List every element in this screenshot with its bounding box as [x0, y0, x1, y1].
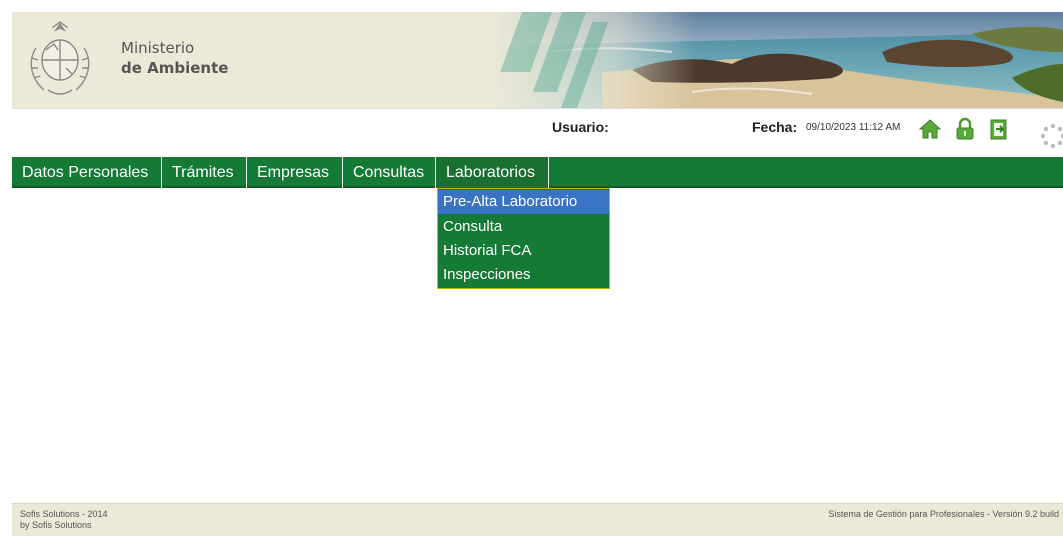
user-label: Usuario: [552, 119, 609, 135]
dropdown-item-pre-alta-laboratorio[interactable]: Pre-Alta Laboratorio [438, 190, 609, 214]
ministry-name-line2: de Ambiente [121, 59, 229, 77]
menu-tramites[interactable]: Trámites [162, 157, 247, 188]
footer-version: Sistema de Gestión para Profesionales - … [828, 509, 1059, 519]
footer-copyright: Sofis Solutions - 2014 [20, 509, 108, 519]
menu-consultas[interactable]: Consultas [343, 157, 436, 188]
dropdown-item-inspecciones[interactable]: Inspecciones [438, 263, 609, 287]
page: Ministerio de Ambiente Usuario: Fecha: 0… [0, 0, 1063, 536]
coat-of-arms-logo [30, 21, 90, 95]
dropdown-item-historial-fca[interactable]: Historial FCA [438, 239, 609, 263]
footer: Sofis Solutions - 2014 by Sofis Solution… [12, 503, 1063, 536]
date-label: Fecha: [752, 119, 798, 135]
main-menu-bar: Datos Personales Trámites Empresas Consu… [12, 157, 1063, 188]
home-icon[interactable] [918, 117, 942, 141]
lock-icon[interactable] [953, 117, 977, 141]
exit-icon[interactable] [987, 117, 1011, 141]
date-value: 09/10/2023 11:12 AM [806, 122, 901, 133]
ministry-name-line1: Ministerio [121, 39, 195, 57]
footer-credit: by Sofis Solutions [20, 520, 92, 530]
header: Ministerio de Ambiente [12, 12, 1063, 108]
info-bar: Usuario: Fecha: 09/10/2023 11:12 AM [12, 108, 1063, 156]
menu-laboratorios[interactable]: Laboratorios [436, 157, 549, 188]
loading-spinner-icon [1040, 123, 1063, 149]
dropdown-item-consulta[interactable]: Consulta [438, 215, 609, 239]
coastal-landscape-banner [492, 12, 1063, 108]
menu-empresas[interactable]: Empresas [247, 157, 343, 188]
laboratorios-dropdown: Pre-Alta Laboratorio Consulta Historial … [437, 188, 610, 289]
menu-datos-personales[interactable]: Datos Personales [12, 157, 162, 188]
